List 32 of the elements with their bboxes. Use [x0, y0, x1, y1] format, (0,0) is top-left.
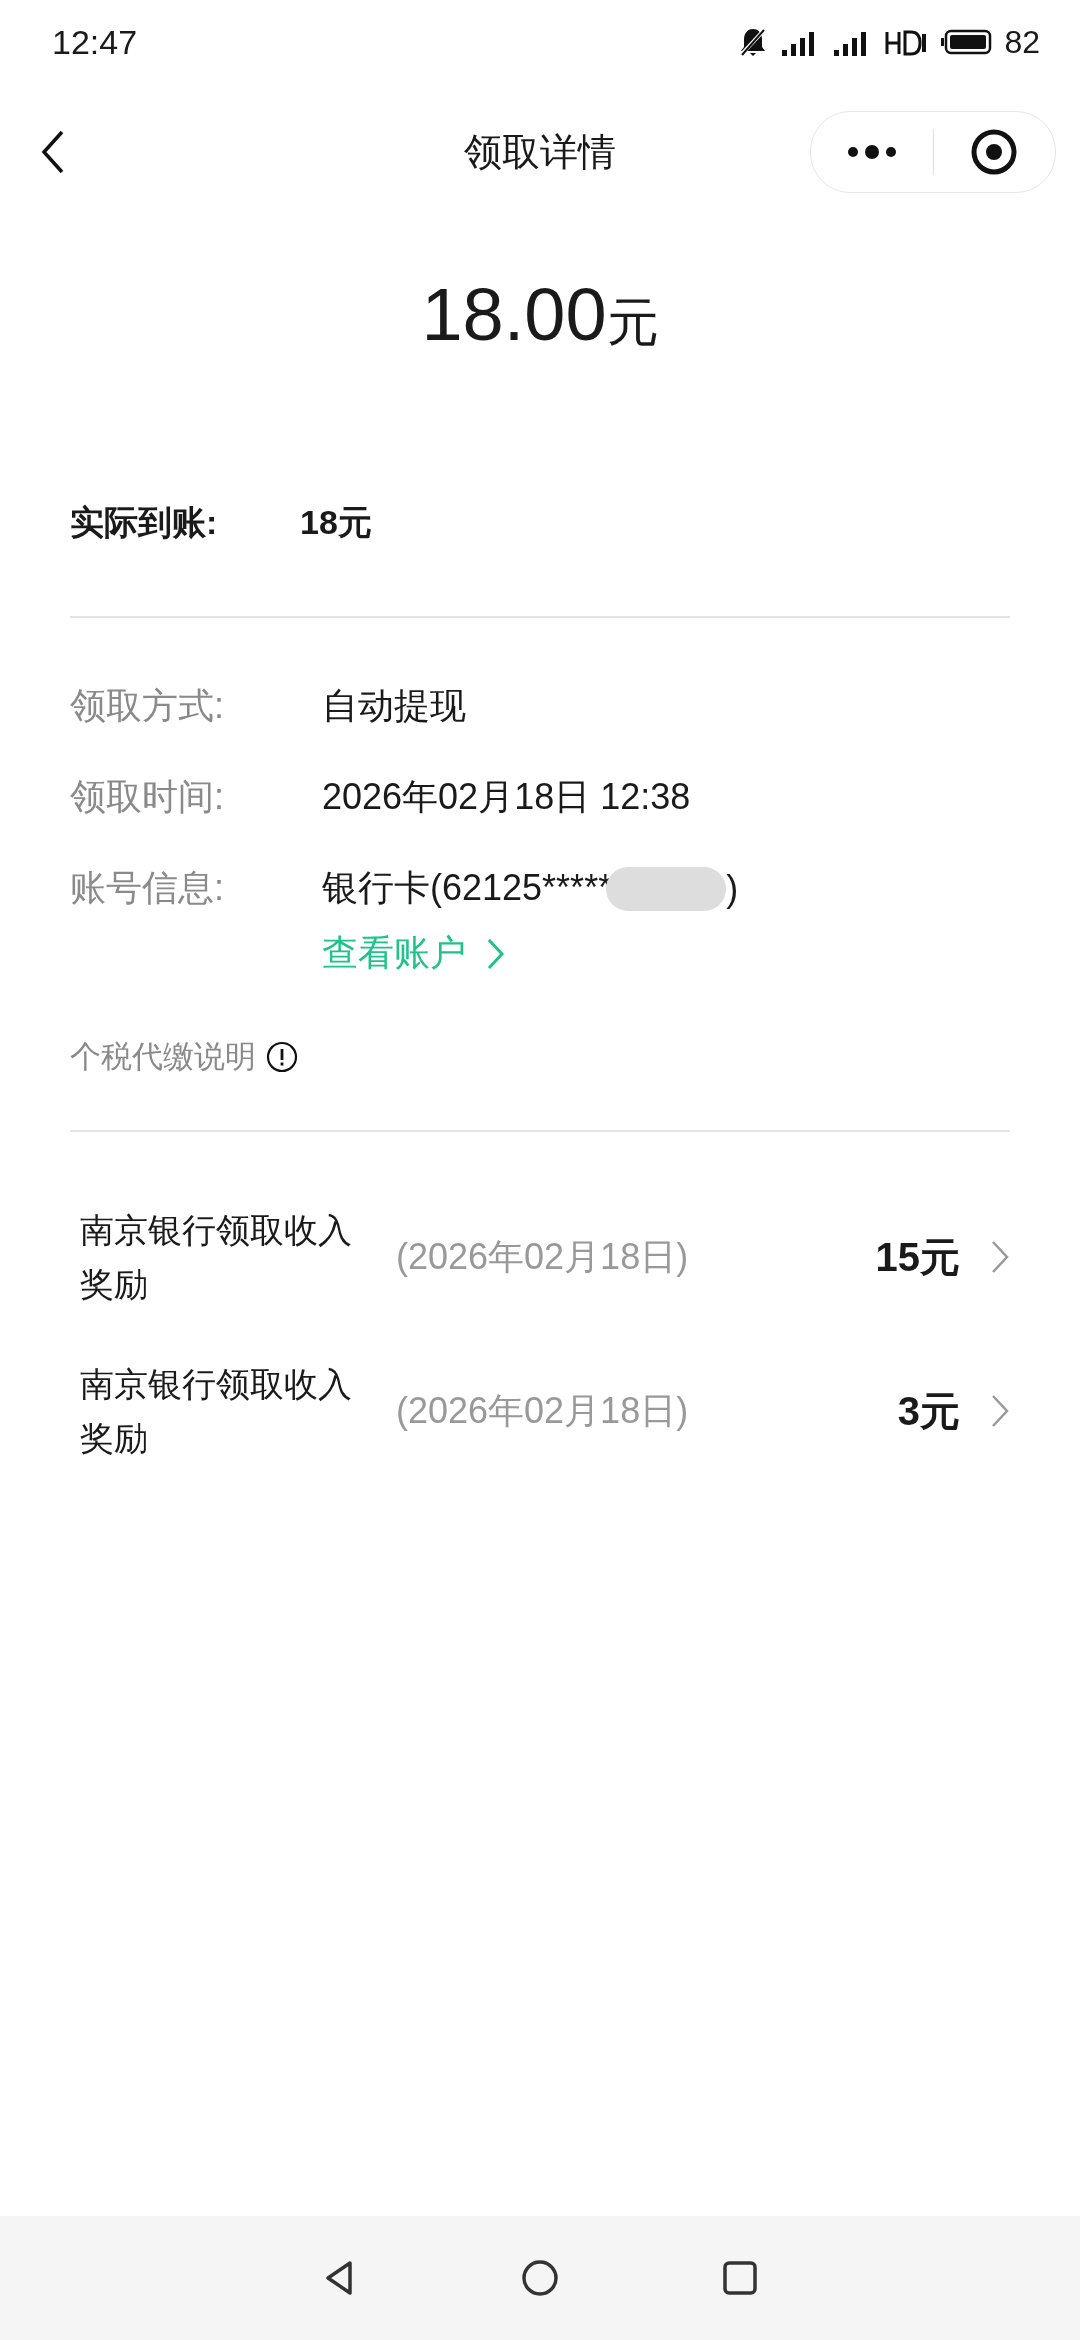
close-icon — [970, 128, 1019, 176]
more-icon — [846, 144, 897, 160]
info-icon[interactable] — [266, 1041, 298, 1073]
status-time: 12:47 — [52, 22, 138, 62]
field-label: 实际到账: — [70, 502, 219, 543]
amount-value: 18.00 — [421, 272, 607, 357]
field-value: 2026年02月18日 12:38 — [322, 775, 691, 819]
record-title: 南京银行领取收入奖励 — [80, 1364, 353, 1459]
back-button[interactable] — [40, 129, 66, 175]
field-value: 18元 — [300, 502, 372, 543]
home-icon[interactable] — [520, 2258, 560, 2298]
page-title: 领取详情 — [464, 129, 616, 175]
amount-unit: 元 — [606, 292, 659, 353]
field-value: 自动提现 — [322, 684, 466, 728]
record-amount: 3元 — [897, 1387, 960, 1435]
record-title: 南京银行领取收入奖励 — [80, 1210, 353, 1305]
chevron-icon — [990, 1393, 1010, 1429]
recents-icon[interactable] — [720, 2258, 760, 2298]
field-label: 账号信息: — [70, 866, 225, 910]
chevron-icon — [990, 1239, 1010, 1275]
record-amount: 15元 — [875, 1233, 960, 1281]
record-item[interactable]: 南京银行领取收入奖励 (2026年02月18日) 15元 — [80, 1180, 1010, 1334]
field-value-end: ) — [726, 867, 739, 910]
record-date: (2026年02月18日) — [396, 1234, 689, 1279]
record-item[interactable]: 南京银行领取收入奖励 (2026年02月18日) 3元 — [80, 1334, 1010, 1488]
field-value: 银行卡(62125***** — [322, 866, 613, 910]
battery-level: 82 — [1004, 23, 1040, 61]
chevron-icon — [486, 936, 506, 971]
record-date: (2026年02月18日) — [396, 1388, 689, 1433]
field-label: 领取时间: — [70, 775, 225, 819]
field-label: 领取方式: — [70, 684, 225, 728]
battery-icon — [940, 28, 993, 56]
